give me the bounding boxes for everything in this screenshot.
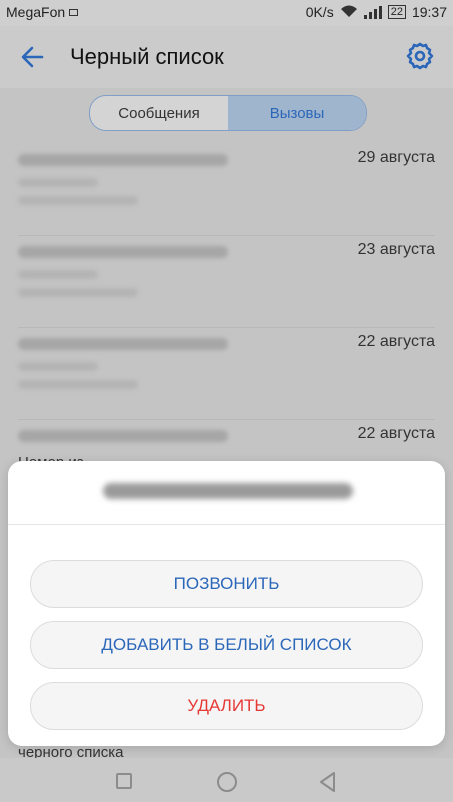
blurred-detail <box>18 380 138 389</box>
action-sheet: ПОЗВОНИТЬ ДОБАВИТЬ В БЕЛЫЙ СПИСОК УДАЛИТ… <box>8 461 445 746</box>
clock: 19:37 <box>411 4 447 20</box>
tab-switcher: Сообщения Вызовы <box>89 95 367 131</box>
add-to-whitelist-button[interactable]: ДОБАВИТЬ В БЕЛЫЙ СПИСОК <box>30 621 423 669</box>
call-date: 22 августа <box>357 425 435 442</box>
blurred-number <box>18 154 228 166</box>
sim-icon <box>69 8 79 16</box>
call-date: 22 августа <box>357 333 435 350</box>
tab-messages[interactable]: Сообщения <box>90 96 228 130</box>
status-left: MegaFon <box>6 4 79 20</box>
triangle-icon[interactable] <box>318 771 338 793</box>
call-date: 23 августа <box>357 241 435 258</box>
gear-icon[interactable] <box>405 41 435 71</box>
blurred-detail <box>18 270 98 279</box>
navigation-bar <box>0 758 453 802</box>
tab-calls[interactable]: Вызовы <box>228 96 366 130</box>
circle-icon[interactable] <box>217 772 237 792</box>
status-right: 0K/s 22 19:37 <box>306 4 447 20</box>
blurred-contact-title <box>103 483 353 499</box>
blurred-detail <box>18 362 98 371</box>
blurred-detail <box>18 196 138 205</box>
square-icon[interactable] <box>116 773 132 789</box>
blurred-detail <box>18 178 98 187</box>
call-date: 29 августа <box>357 149 435 166</box>
blurred-number <box>18 338 228 350</box>
carrier-name: MegaFon <box>6 4 66 20</box>
app-bar: Черный список <box>0 26 453 88</box>
network-speed: 0K/s <box>305 4 334 20</box>
list-item[interactable]: 22 августа <box>0 328 453 420</box>
wifi-icon <box>340 5 357 17</box>
page-title: Черный список <box>70 44 224 69</box>
blurred-number <box>18 430 228 442</box>
divider <box>8 524 445 525</box>
blurred-number <box>18 246 228 258</box>
list-item[interactable]: 23 августа <box>0 236 453 328</box>
blurred-detail <box>18 288 138 297</box>
signal-icon <box>363 6 382 19</box>
status-bar: MegaFon 0K/s 22 19:37 <box>0 0 453 26</box>
battery-indicator: 22 <box>387 5 406 19</box>
call-button[interactable]: ПОЗВОНИТЬ <box>30 560 423 608</box>
back-arrow-icon[interactable] <box>18 42 48 72</box>
list-item[interactable]: 29 августа <box>0 144 453 236</box>
delete-button[interactable]: УДАЛИТЬ <box>30 682 423 730</box>
